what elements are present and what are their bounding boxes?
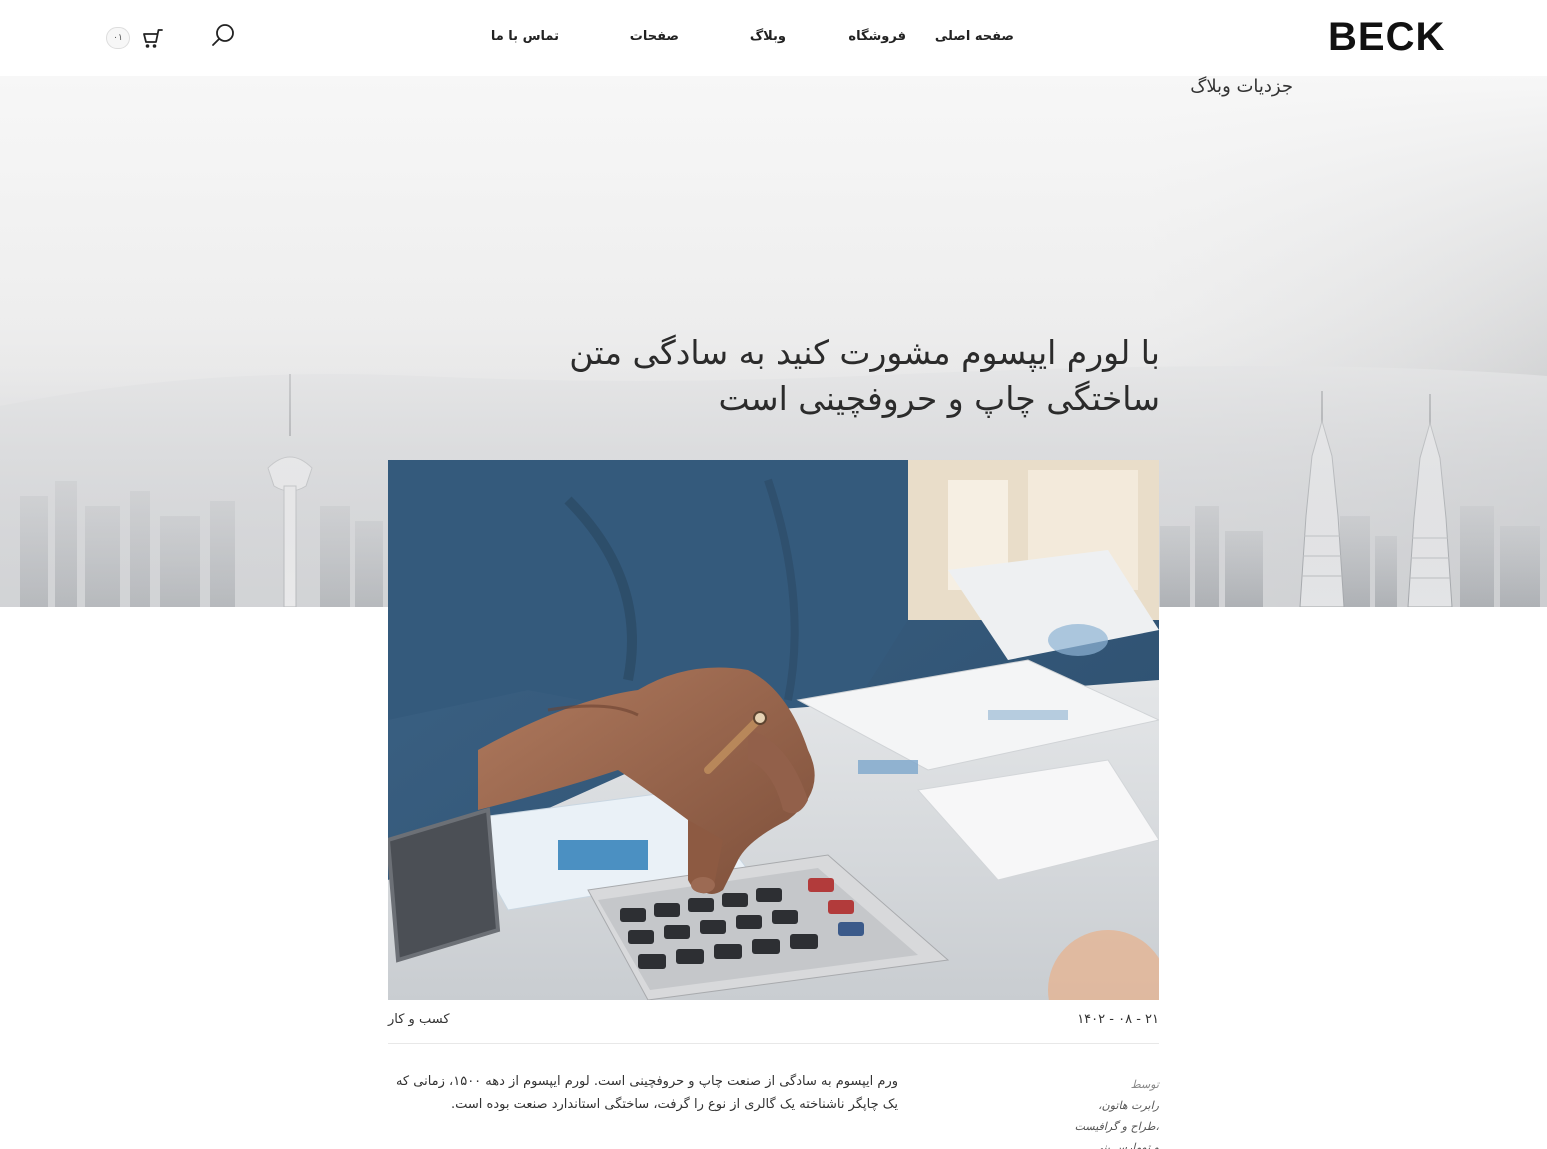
breadcrumb: جزدیات وبلاگ (1190, 76, 1293, 97)
author-info: توسط رابرت هاتون، ،طراح و گرافیست و توما… (1039, 1074, 1159, 1149)
cart-button[interactable] (138, 24, 166, 52)
search-icon (212, 24, 234, 46)
nav-home[interactable]: صفحه اصلی (935, 26, 1014, 48)
cart-icon (143, 29, 163, 48)
calculator-photo-illustration (388, 460, 1159, 1000)
nav-shop[interactable]: فروشگاه (848, 26, 906, 48)
author-line: رابرت هاتون، (1098, 1099, 1159, 1112)
search-button[interactable] (208, 20, 238, 50)
cart-count-badge: ۰۱ (106, 27, 130, 49)
site-header: BECK صفحه اصلی فروشگاه وبلاگ صفحات تماس … (0, 0, 1547, 76)
author-line: ،طراح و گرافیست (1074, 1120, 1159, 1133)
post-date: ۲۱ - ۰۸ - ۱۴۰۲ (1077, 1012, 1159, 1027)
post-category-link[interactable]: کسب و کار (388, 1012, 450, 1027)
nav-blog[interactable]: وبلاگ (750, 26, 786, 48)
post-meta: ۲۱ - ۰۸ - ۱۴۰۲ کسب و کار (388, 1010, 1159, 1044)
nav-contact[interactable]: تماس با ما (491, 26, 559, 48)
site-logo[interactable]: BECK (1328, 14, 1444, 60)
author-label: توسط (1130, 1078, 1159, 1091)
nav-pages[interactable]: صفحات (630, 26, 679, 48)
featured-image (388, 460, 1159, 1000)
post-body-paragraph: ورم ایپسوم به سادگی از صنعت چاپ و حروفچی… (395, 1074, 898, 1112)
post-title: با لورم ایپسوم مشورت کنید به سادگی متن س… (569, 333, 1160, 418)
author-line: و تومارس بنی (1094, 1141, 1159, 1149)
